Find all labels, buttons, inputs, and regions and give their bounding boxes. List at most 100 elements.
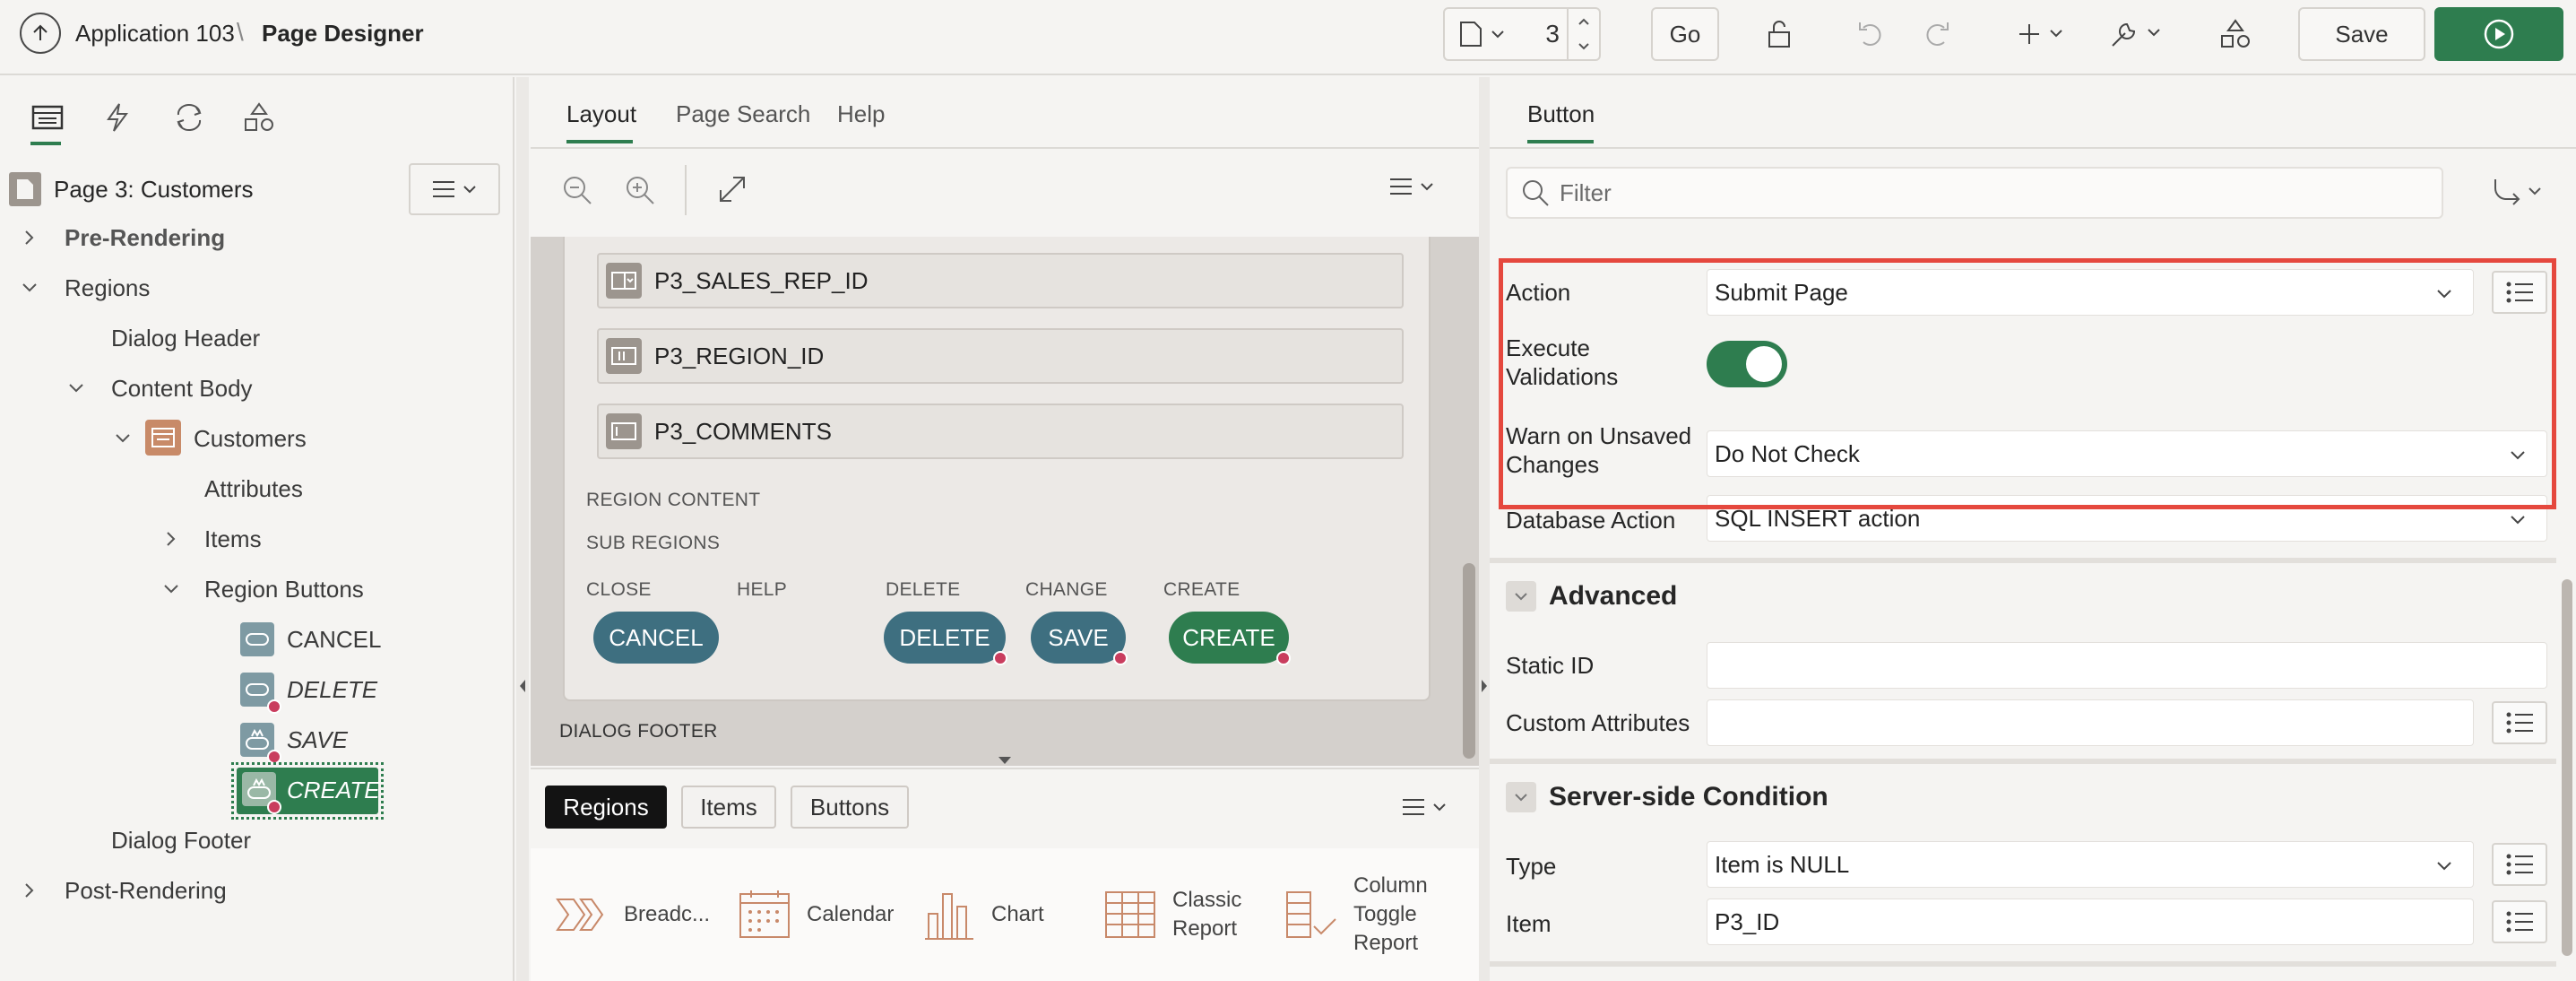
page-item-field[interactable]: P3_SALES_REP_ID <box>597 253 1404 308</box>
tree-node-customers[interactable]: Customers <box>194 413 307 464</box>
hamburger-icon <box>1403 799 1424 815</box>
static-id-label: Static ID <box>1506 652 1595 679</box>
save-button[interactable]: Save <box>2298 7 2425 61</box>
slot-delete-label: DELETE <box>886 579 961 600</box>
app-name-link[interactable]: Application 103 <box>75 20 235 48</box>
chevron-down-icon <box>2437 862 2451 871</box>
create-plus-icon[interactable] <box>2010 13 2078 56</box>
type-select[interactable]: Item is NULL <box>1707 841 2474 888</box>
canvas-cancel-button[interactable]: CANCEL <box>593 612 719 664</box>
zoom-out-icon[interactable] <box>561 174 593 206</box>
breadcrumb-icon <box>556 899 604 931</box>
gallery-item-breadcrumb[interactable]: Breadc... <box>554 848 710 981</box>
tree-node-attributes[interactable]: Attributes <box>204 464 303 514</box>
page-item-field[interactable]: P3_COMMENTS <box>597 404 1404 459</box>
shared-components-icon[interactable] <box>2214 13 2257 56</box>
tab-help[interactable]: Help <box>837 100 885 128</box>
item-list-button[interactable] <box>2492 900 2547 943</box>
tree-node-cancel[interactable]: CANCEL <box>287 614 381 664</box>
property-scrollbar[interactable] <box>2562 579 2572 956</box>
canvas-delete-button[interactable]: DELETE <box>884 612 1006 664</box>
chevron-right-icon[interactable] <box>20 881 39 900</box>
go-to-group-icon[interactable] <box>2492 176 2542 206</box>
selected-tree-node-create[interactable]: CREATE <box>231 762 384 820</box>
tree-node-save[interactable]: SAVE <box>287 715 348 765</box>
type-list-button[interactable] <box>2492 843 2547 886</box>
property-editor-tab-button[interactable]: Button <box>1527 100 1595 128</box>
undo-icon[interactable] <box>1850 13 1893 56</box>
play-icon <box>2484 19 2514 49</box>
dynamic-actions-tab-icon[interactable] <box>93 93 142 142</box>
processing-tab-icon[interactable] <box>165 93 213 142</box>
gallery-item-column-toggle-report[interactable]: Column Toggle Report <box>1284 848 1428 981</box>
page-icon <box>1460 22 1482 47</box>
up-arrow-icon[interactable] <box>20 13 61 54</box>
run-page-button[interactable] <box>2434 7 2563 61</box>
tree-node-post-rendering[interactable]: Post-Rendering <box>65 865 227 916</box>
region-content-label: REGION CONTENT <box>586 490 761 510</box>
custom-attributes-label: Custom Attributes <box>1506 709 1690 736</box>
tree-node-items[interactable]: Items <box>204 514 262 564</box>
right-splitter[interactable] <box>1479 77 1490 981</box>
tree-menu-button[interactable] <box>409 163 500 215</box>
item-input[interactable]: P3_ID <box>1707 899 2474 945</box>
chevron-down-icon[interactable] <box>66 378 86 398</box>
left-splitter[interactable] <box>516 77 529 981</box>
tree-node-dialog-footer[interactable]: Dialog Footer <box>111 815 251 865</box>
region-card-customers[interactable]: P3_SALES_REP_ID P3_REGION_ID P3_COMMENTS… <box>563 237 1431 701</box>
page-stepper[interactable] <box>1567 9 1599 59</box>
type-label: Type <box>1506 853 1557 880</box>
gallery-item-classic-report[interactable]: Classic Report <box>1102 848 1241 981</box>
chevron-down-icon <box>1421 183 1433 191</box>
canvas-save-button[interactable]: SAVE <box>1031 612 1126 664</box>
chevron-right-icon[interactable] <box>20 228 39 247</box>
tree-node-region-buttons[interactable]: Region Buttons <box>204 564 364 614</box>
tree-node-delete[interactable]: DELETE <box>287 664 377 715</box>
splitter-handle-icon[interactable] <box>997 755 1013 766</box>
filter-input[interactable]: Filter <box>1506 167 2443 219</box>
chevron-down-icon[interactable] <box>161 579 181 599</box>
calendar-icon <box>739 890 790 938</box>
gallery-item-calendar[interactable]: Calendar <box>737 848 894 981</box>
page-selector[interactable]: 3 <box>1443 7 1601 61</box>
go-button[interactable]: Go <box>1651 7 1719 61</box>
expand-icon[interactable] <box>717 174 748 204</box>
page-designer-title: Page Designer <box>262 20 424 47</box>
section-server-side-condition[interactable]: Server-side Condition <box>1490 759 2556 830</box>
layout-canvas[interactable]: P3_SALES_REP_ID P3_REGION_ID P3_COMMENTS… <box>531 237 1479 766</box>
gallery-tab-items[interactable]: Items <box>681 786 776 829</box>
custom-attributes-list-button[interactable] <box>2492 701 2547 744</box>
tab-page-search[interactable]: Page Search <box>676 100 810 128</box>
chevron-down-icon[interactable] <box>113 429 133 448</box>
slot-close-label: CLOSE <box>586 579 652 600</box>
canvas-scrollbar[interactable] <box>1463 563 1475 759</box>
canvas-create-button[interactable]: CREATE <box>1169 612 1289 664</box>
tree-node-content-body[interactable]: Content Body <box>111 363 253 413</box>
gallery-tab-buttons[interactable]: Buttons <box>791 786 909 829</box>
tree-node-dialog-header[interactable]: Dialog Header <box>111 313 260 363</box>
lock-icon[interactable] <box>1759 13 1802 56</box>
tree-node-regions[interactable]: Regions <box>65 263 150 313</box>
zoom-in-icon[interactable] <box>624 174 656 206</box>
custom-attributes-input[interactable] <box>1707 699 2474 746</box>
layout-menu-button[interactable] <box>1389 178 1434 195</box>
error-indicator-dot <box>267 699 281 714</box>
wrench-icon[interactable] <box>2105 13 2173 56</box>
tab-layout[interactable]: Layout <box>566 100 636 128</box>
collapse-toggle-icon[interactable] <box>1506 581 1536 612</box>
tree-node-pre-rendering[interactable]: Pre-Rendering <box>65 213 225 263</box>
section-advanced[interactable]: Advanced <box>1490 558 2556 629</box>
gallery-item-chart[interactable]: Chart <box>921 848 1044 981</box>
page-number-value[interactable]: 3 <box>1545 20 1560 48</box>
chevron-down-icon[interactable] <box>20 278 39 298</box>
page-item-field[interactable]: P3_REGION_ID <box>597 328 1404 384</box>
shared-components-tab-icon[interactable] <box>235 93 283 142</box>
collapse-toggle-icon[interactable] <box>1506 782 1536 812</box>
redo-icon[interactable] <box>1915 13 1958 56</box>
gallery-tab-regions[interactable]: Regions <box>545 786 667 829</box>
static-id-input[interactable] <box>1707 642 2547 689</box>
page-title[interactable]: Page 3: Customers <box>54 176 254 204</box>
gallery-menu-button[interactable] <box>1402 798 1447 816</box>
rendering-tab-icon[interactable] <box>23 93 72 142</box>
chevron-right-icon[interactable] <box>161 529 181 549</box>
